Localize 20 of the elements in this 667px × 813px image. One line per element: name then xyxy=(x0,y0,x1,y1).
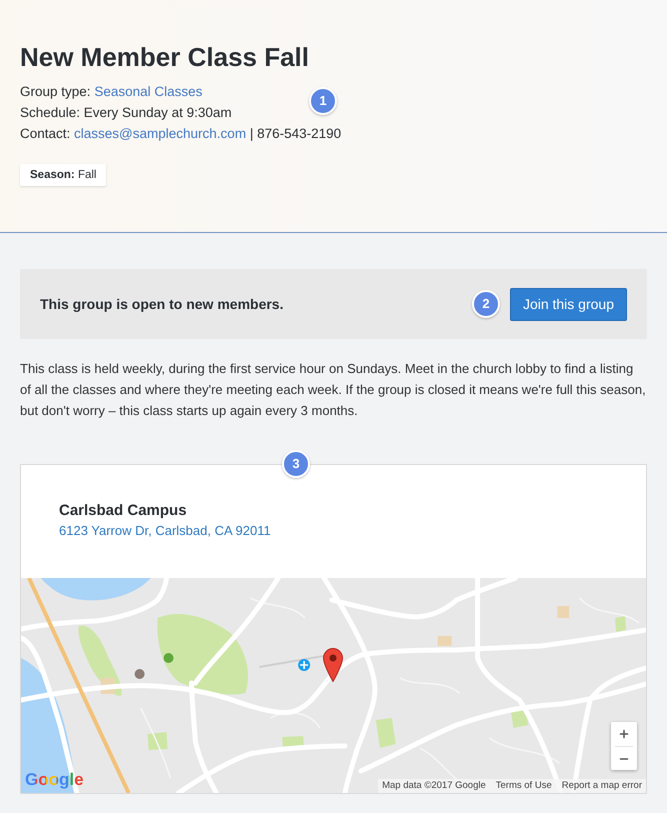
map-pin-icon[interactable] xyxy=(323,648,343,682)
campus-name: Carlsbad Campus xyxy=(59,501,187,521)
number-badge: 3 xyxy=(282,450,310,478)
status-message: This group is open to new members. xyxy=(40,294,284,314)
number-badge: 1 xyxy=(309,87,337,115)
page-title: New Member Class Fall xyxy=(20,41,310,74)
map-attribution-link[interactable]: Map data ©2017 Google xyxy=(382,779,486,793)
number-badge: 2 xyxy=(472,290,500,318)
detail-line: Group type: Seasonal Classes xyxy=(20,83,202,101)
detail-line: Schedule: Every Sunday at 9:30am xyxy=(20,104,232,122)
map-attribution-link[interactable]: Report a map error xyxy=(562,779,642,793)
detail-link[interactable]: classes@samplechurch.com xyxy=(74,126,246,141)
detail-line: Contact: classes@samplechurch.com | 876-543-2190 xyxy=(20,125,342,143)
join-button[interactable]: Join this group xyxy=(510,288,627,320)
detail-link[interactable]: Seasonal Classes xyxy=(94,84,202,99)
description-text: This class is held weekly, during the first service hour on Sundays. Meet in the church lobby to find a listing of all the classes and where they're meeting each week. If the group is closed it means we're full this season, but don't worry – this class starts up again every 3 months. xyxy=(20,360,647,420)
plus-icon xyxy=(618,728,630,740)
season-tag: Season: Fall xyxy=(20,164,106,186)
address-link[interactable]: 6123 Yarrow Dr, Carlsbad, CA 92011 xyxy=(59,521,271,541)
map-attribution-link[interactable]: Terms of Use xyxy=(496,779,552,793)
